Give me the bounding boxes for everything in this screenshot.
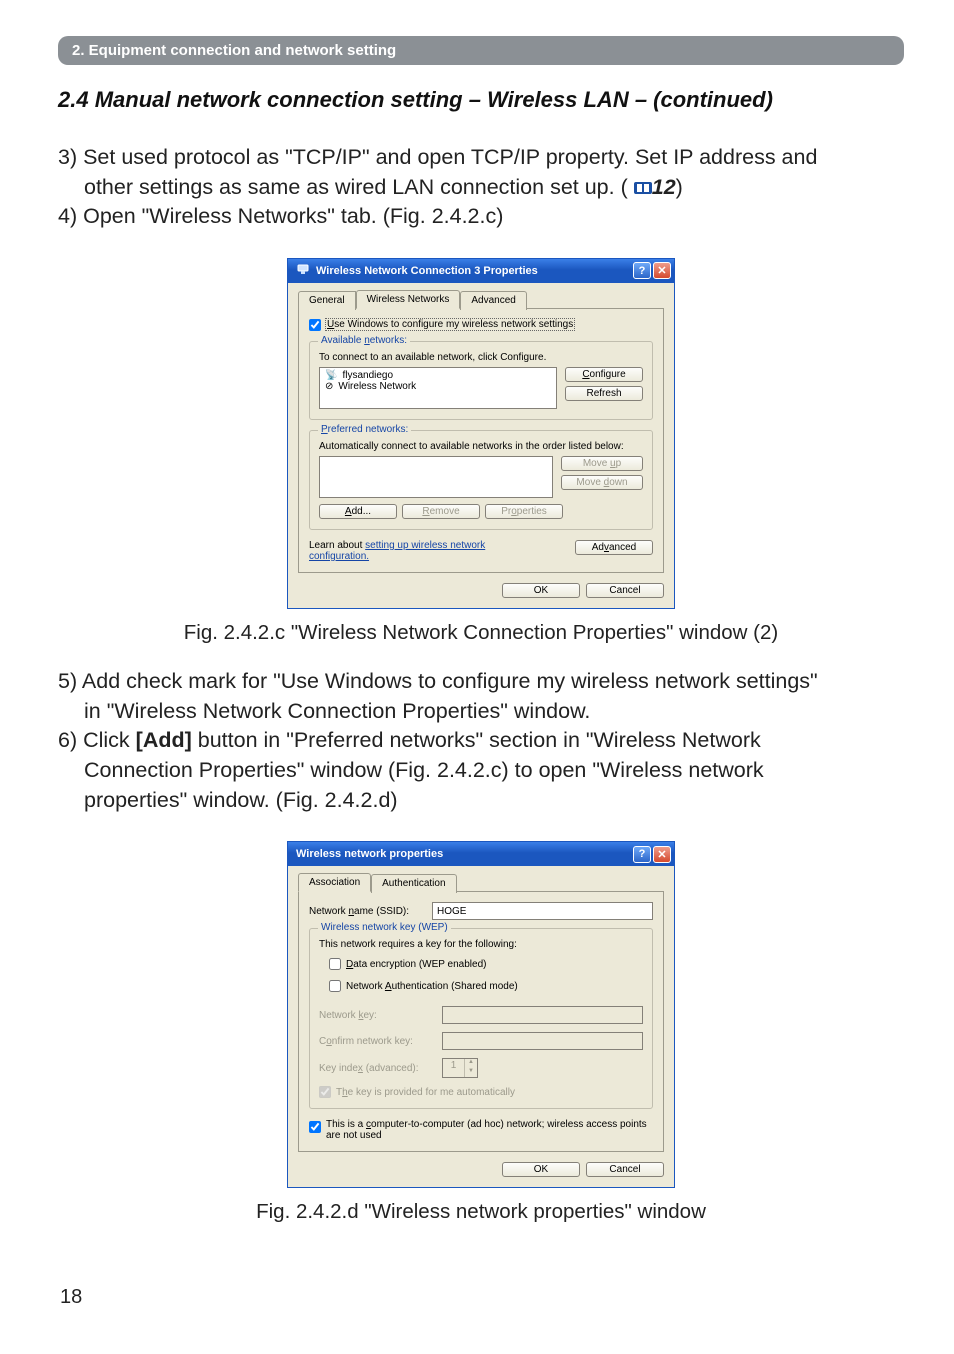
wireless-network-props-dialog: Wireless network properties ? ✕ Associat… xyxy=(287,841,675,1188)
move-up-button[interactable]: Move up xyxy=(561,456,643,471)
data-encryption-label: Data encryption (WEP enabled) xyxy=(346,959,486,970)
list-item[interactable]: flysandiego xyxy=(342,370,393,381)
subsection-heading: 2.4 Manual network connection setting – … xyxy=(58,87,904,113)
wep-desc: This network requires a key for the foll… xyxy=(319,939,643,950)
dialog-title: Wireless network properties xyxy=(296,848,443,860)
network-auth-input[interactable] xyxy=(329,980,341,992)
remove-button[interactable]: Remove xyxy=(402,504,480,519)
step6-bold: [Add] xyxy=(136,728,192,752)
titlebar[interactable]: Wireless Network Connection 3 Properties… xyxy=(288,259,674,283)
step4-line: 4) Open "Wireless Networks" tab. (Fig. 2… xyxy=(58,204,503,228)
use-windows-label: Use Windows to configure my wireless net… xyxy=(326,319,574,330)
tab-advanced[interactable]: Advanced xyxy=(460,291,526,310)
tab-association[interactable]: Association xyxy=(298,873,371,892)
wep-group: Wireless network key (WEP) This network … xyxy=(309,928,653,1109)
available-networks-list[interactable]: 📡 flysandiego ⊘ Wireless Network xyxy=(319,367,557,409)
list-item[interactable]: Wireless Network xyxy=(338,381,416,392)
wep-legend: Wireless network key (WEP) xyxy=(318,922,451,933)
use-windows-checkbox[interactable]: Use Windows to configure my wireless net… xyxy=(309,319,653,331)
network-key-input xyxy=(442,1006,643,1024)
figure-caption-d: Fig. 2.4.2.d "Wireless network propertie… xyxy=(58,1200,904,1224)
tab-authentication[interactable]: Authentication xyxy=(371,874,456,893)
dialog-title: Wireless Network Connection 3 Properties xyxy=(316,265,538,277)
configure-button[interactable]: Configure xyxy=(565,367,643,382)
confirm-key-label: Confirm network key: xyxy=(319,1036,434,1047)
network-auth-checkbox[interactable]: Network Authentication (Shared mode) xyxy=(329,980,643,992)
tab-wireless-networks[interactable]: Wireless Networks xyxy=(356,290,461,309)
preferred-networks-group: Preferred networks: Automatically connec… xyxy=(309,430,653,530)
learn-text: Learn about xyxy=(309,540,365,551)
ssid-label: Network name (SSID): xyxy=(309,906,424,917)
step3-line2c: ) xyxy=(676,175,683,199)
key-index-value: 1 xyxy=(443,1059,465,1077)
data-encryption-input[interactable] xyxy=(329,958,341,970)
adhoc-input[interactable] xyxy=(309,1121,321,1133)
page-ref: 12 xyxy=(652,175,676,199)
available-desc: To connect to an available network, clic… xyxy=(319,352,643,363)
step6-line3: properties" window. (Fig. 2.4.2.d) xyxy=(84,788,398,812)
refresh-button[interactable]: Refresh xyxy=(565,386,643,401)
preferred-networks-legend: Preferred networks: xyxy=(318,424,411,435)
section-bar: 2. Equipment connection and network sett… xyxy=(58,36,904,65)
network-auth-label: Network Authentication (Shared mode) xyxy=(346,981,518,992)
preferred-networks-list[interactable] xyxy=(319,456,553,498)
antenna-icon: 📡 xyxy=(325,370,337,381)
confirm-key-input xyxy=(442,1032,643,1050)
key-provided-label: The key is provided for me automatically xyxy=(336,1087,515,1098)
key-provided-checkbox: The key is provided for me automatically xyxy=(319,1086,643,1098)
key-index-label: Key index (advanced): xyxy=(319,1063,434,1074)
available-networks-group: Available networks: To connect to an ava… xyxy=(309,341,653,420)
ssid-input[interactable] xyxy=(432,902,653,920)
key-provided-input xyxy=(319,1086,331,1098)
book-icon xyxy=(634,174,652,188)
add-button[interactable]: Add... xyxy=(319,504,397,519)
help-icon[interactable]: ? xyxy=(633,262,651,279)
spin-up-icon: ▲ xyxy=(465,1059,477,1068)
adhoc-label: This is a computer-to-computer (ad hoc) … xyxy=(326,1119,653,1141)
advanced-button[interactable]: Advanced xyxy=(575,540,653,555)
step6-line1a: 6) Click xyxy=(58,728,136,752)
key-index-spinner: 1 ▲▼ xyxy=(442,1058,478,1078)
instruction-block-1: 3) Set used protocol as "TCP/IP" and ope… xyxy=(58,143,904,232)
network-key-label: Network key: xyxy=(319,1010,434,1021)
data-encryption-checkbox[interactable]: Data encryption (WEP enabled) xyxy=(329,958,643,970)
step3-line2a: other settings as same as wired LAN conn… xyxy=(84,175,628,199)
use-windows-checkbox-input[interactable] xyxy=(309,319,321,331)
move-down-button[interactable]: Move down xyxy=(561,475,643,490)
available-networks-legend: Available networks: xyxy=(318,335,410,346)
step6-line1b: button in "Preferred networks" section i… xyxy=(192,728,761,752)
close-icon[interactable]: ✕ xyxy=(653,262,671,279)
cancel-button[interactable]: Cancel xyxy=(586,1162,664,1177)
titlebar[interactable]: Wireless network properties ? ✕ xyxy=(288,842,674,866)
cancel-button[interactable]: Cancel xyxy=(586,583,664,598)
step5-line1: 5) Add check mark for "Use Windows to co… xyxy=(58,669,818,693)
step6-line2: Connection Properties" window (Fig. 2.4.… xyxy=(84,758,764,782)
ok-button[interactable]: OK xyxy=(502,583,580,598)
step5-line2: in "Wireless Network Connection Properti… xyxy=(84,699,590,723)
close-icon[interactable]: ✕ xyxy=(653,846,671,863)
step3-line1: 3) Set used protocol as "TCP/IP" and ope… xyxy=(58,145,817,169)
page-number: 18 xyxy=(58,1246,904,1329)
ok-button[interactable]: OK xyxy=(502,1162,580,1177)
properties-button[interactable]: Properties xyxy=(485,504,563,519)
help-icon[interactable]: ? xyxy=(633,846,651,863)
wireless-conn-props-dialog: Wireless Network Connection 3 Properties… xyxy=(287,258,675,609)
disabled-icon: ⊘ xyxy=(325,381,333,392)
adhoc-checkbox[interactable]: This is a computer-to-computer (ad hoc) … xyxy=(309,1119,653,1141)
preferred-desc: Automatically connect to available netwo… xyxy=(319,441,643,452)
figure-caption-c: Fig. 2.4.2.c "Wireless Network Connectio… xyxy=(58,621,904,645)
spin-down-icon: ▼ xyxy=(465,1068,477,1077)
instruction-block-2: 5) Add check mark for "Use Windows to co… xyxy=(58,667,904,815)
tab-general[interactable]: General xyxy=(298,291,356,310)
network-icon xyxy=(296,262,310,279)
